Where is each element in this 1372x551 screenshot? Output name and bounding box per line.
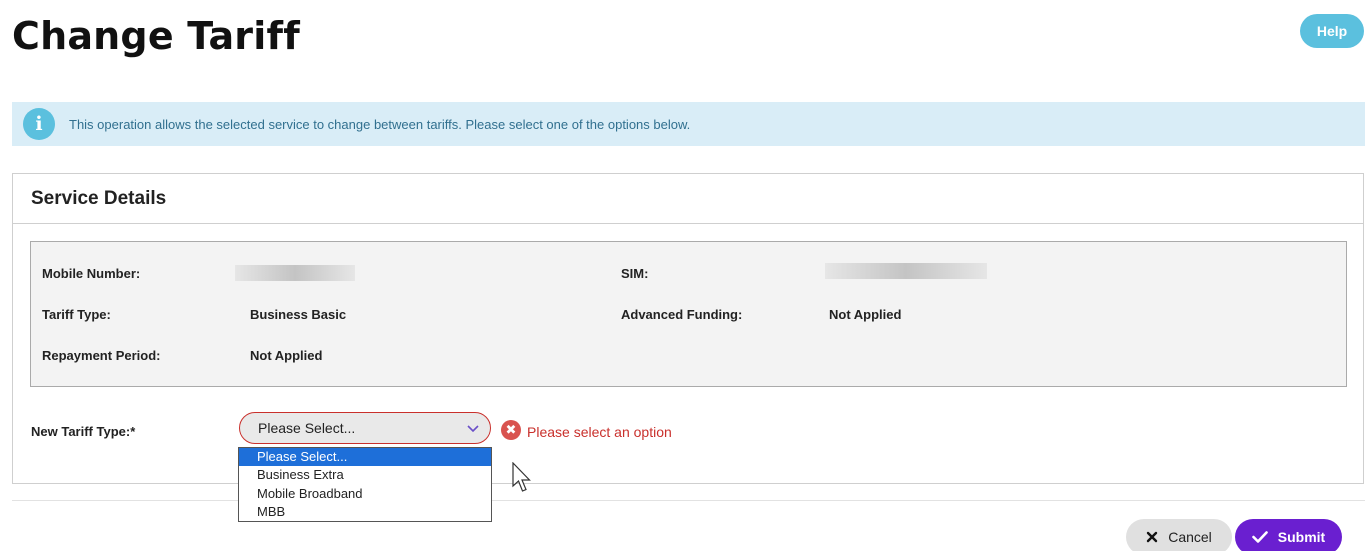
repayment-period-label: Repayment Period: <box>42 348 161 363</box>
mobile-number-redacted <box>235 265 355 281</box>
tariff-options-dropdown: Please Select... Business Extra Mobile B… <box>238 447 492 522</box>
change-tariff-page: Change Tariff Help i This operation allo… <box>0 0 1372 551</box>
chevron-down-icon <box>467 425 479 433</box>
divider <box>12 500 1365 501</box>
dropdown-option[interactable]: Business Extra <box>239 466 491 484</box>
close-icon <box>1147 531 1158 543</box>
sim-label: SIM: <box>621 266 649 281</box>
mouse-pointer-icon <box>512 462 531 492</box>
checkmark-icon <box>1251 531 1268 543</box>
dropdown-option[interactable]: MBB <box>239 503 491 521</box>
advanced-funding-label: Advanced Funding: <box>621 307 743 322</box>
info-message: This operation allows the selected servi… <box>69 116 691 132</box>
select-current-value: Please Select... <box>258 420 356 436</box>
cancel-label: Cancel <box>1168 529 1212 545</box>
submit-button[interactable]: Submit <box>1235 519 1342 551</box>
submit-label: Submit <box>1277 529 1326 545</box>
info-icon: i <box>23 108 55 140</box>
mobile-number-label: Mobile Number: <box>42 266 141 281</box>
help-button[interactable]: Help <box>1300 14 1364 48</box>
tariff-type-label: Tariff Type: <box>42 307 111 322</box>
sim-redacted <box>825 263 987 279</box>
tariff-type-value: Business Basic <box>250 307 347 322</box>
dropdown-option[interactable]: Mobile Broadband <box>239 485 491 503</box>
page-title: Change Tariff <box>12 14 300 58</box>
service-details-panel: Service Details Mobile Number: SIM: Tari… <box>12 173 1364 484</box>
error-message: Please select an option <box>527 424 672 440</box>
advanced-funding-value: Not Applied <box>829 307 902 322</box>
error-icon: ✖ <box>501 420 521 440</box>
panel-title: Service Details <box>13 174 1363 224</box>
cancel-button[interactable]: Cancel <box>1126 519 1232 551</box>
service-details-box: Mobile Number: SIM: Tariff Type: Busines… <box>30 241 1347 387</box>
new-tariff-type-label: New Tariff Type:* <box>31 424 136 439</box>
dropdown-option[interactable]: Please Select... <box>239 448 491 467</box>
info-banner: i This operation allows the selected ser… <box>12 102 1365 146</box>
repayment-period-value: Not Applied <box>250 348 323 363</box>
new-tariff-type-select[interactable]: Please Select... <box>239 412 491 444</box>
